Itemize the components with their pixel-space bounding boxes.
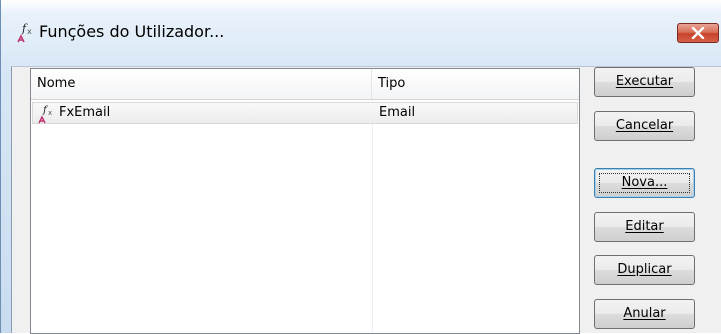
- dialog-window: f x Funções do Utilizador... Nome Tipo f…: [0, 0, 721, 334]
- list-body: f x FxEmail Email: [31, 100, 579, 333]
- function-fx-icon: f x: [37, 104, 57, 124]
- functions-list[interactable]: Nome Tipo f x FxEmail Email: [30, 68, 580, 334]
- cancelar-button[interactable]: Cancelar: [594, 111, 695, 141]
- dialog-client-area: Nome Tipo f x FxEmail Email Executar Can…: [11, 66, 721, 334]
- focus-rectangle: [599, 173, 690, 193]
- close-button[interactable]: [677, 23, 719, 43]
- anular-button[interactable]: Anular: [594, 299, 695, 329]
- title-bar[interactable]: f x Funções do Utilizador...: [1, 0, 721, 66]
- nova-button[interactable]: Nova...: [594, 168, 695, 198]
- executar-button[interactable]: Executar: [594, 67, 695, 97]
- editar-button[interactable]: Editar: [594, 212, 695, 242]
- list-header: Nome Tipo: [31, 69, 579, 100]
- svg-text:x: x: [48, 109, 52, 117]
- duplicar-button[interactable]: Duplicar: [594, 255, 695, 285]
- column-header-nome[interactable]: Nome: [31, 69, 372, 99]
- row-type: Email: [379, 105, 416, 120]
- close-x-icon: [691, 24, 705, 43]
- function-fx-icon: f x: [15, 22, 35, 44]
- list-item[interactable]: f x FxEmail Email: [32, 102, 578, 124]
- window-title: Funções do Utilizador...: [39, 22, 225, 41]
- column-header-tipo[interactable]: Tipo: [372, 69, 579, 99]
- row-name: FxEmail: [59, 105, 111, 120]
- svg-text:x: x: [27, 27, 32, 36]
